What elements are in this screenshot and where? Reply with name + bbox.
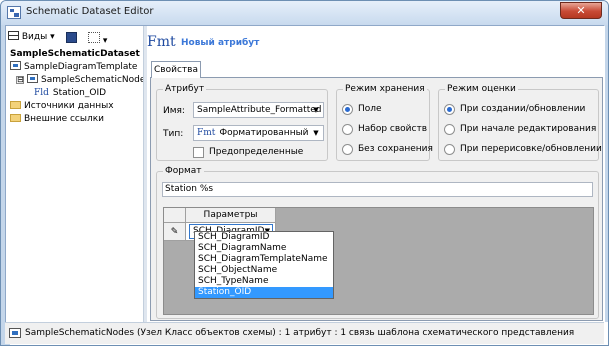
views-icon — [8, 31, 19, 40]
tree-root[interactable]: SampleSchematicDataset — [10, 48, 140, 60]
schematic-dataset-editor-window: Schematic Dataset Editor ✕ Виды ▾ ▾ Samp… — [0, 0, 609, 346]
toolbar: Виды ▾ ▾ — [8, 29, 142, 47]
grid-corner — [164, 208, 186, 223]
storage-option-label: Без сохранения — [358, 144, 433, 154]
dropdown-option[interactable]: SCH_DiagramName — [195, 243, 333, 254]
folder-icon — [10, 114, 21, 122]
storage-option-label: Поле — [358, 104, 382, 114]
name-value: SampleAttribute_Formatted — [197, 105, 322, 115]
eval-option-label: При начале редактирования — [460, 124, 597, 134]
evaluation-mode-group: Режим оценки При создании/обновлении При… — [438, 84, 602, 161]
eval-on-edit-radio[interactable] — [444, 124, 455, 135]
tree-item-label: Station_OID — [52, 88, 107, 98]
attribute-group-legend: Атрибут — [163, 84, 207, 94]
storage-field-radio[interactable] — [342, 104, 353, 115]
storage-mode-legend: Режим хранения — [343, 84, 427, 94]
parameter-dropdown-list: SCH_DiagramID SCH_DiagramName SCH_Diagra… — [194, 231, 334, 299]
dropdown-option[interactable]: SCH_ObjectName — [195, 265, 333, 276]
attribute-group: Атрибут Имя: SampleAttribute_Formatted ▼… — [156, 84, 328, 161]
attribute-title: Новый атрибут — [181, 38, 260, 48]
predefined-checkbox[interactable] — [193, 147, 204, 158]
name-label: Имя: — [163, 106, 185, 116]
left-pane: Виды ▾ ▾ SampleSchematicDataset SampleDi… — [6, 26, 150, 322]
window-title: Schematic Dataset Editor — [26, 6, 154, 17]
tree-item-diagram-template[interactable]: SampleDiagramTemplate — [10, 61, 137, 73]
close-button[interactable]: ✕ — [560, 2, 602, 19]
tree-item-label: SampleDiagramTemplate — [24, 62, 138, 72]
layout-button[interactable]: ▾ — [88, 29, 112, 46]
predefined-label: Предопределенные — [209, 147, 304, 157]
chevron-down-icon: ▾ — [50, 32, 55, 42]
node-class-icon — [9, 328, 21, 338]
eval-on-redraw-radio[interactable] — [444, 144, 455, 155]
floppy-disk-icon — [66, 32, 77, 43]
views-label: Виды — [21, 32, 48, 42]
eval-option-label: При создании/обновлении — [460, 104, 586, 114]
field-icon: Fld — [34, 88, 49, 98]
close-icon: ✕ — [576, 4, 586, 17]
dropdown-option-selected[interactable]: Station_OID — [195, 287, 333, 298]
storage-option-label: Набор свойств — [358, 124, 428, 134]
dropdown-option[interactable]: SCH_DiagramID — [195, 232, 333, 243]
dropdown-option[interactable]: SCH_TypeName — [195, 276, 333, 287]
tree-item-station-oid[interactable]: Fld Station_OID — [34, 87, 106, 99]
title-bar: Schematic Dataset Editor ✕ — [1, 1, 608, 25]
tree-item-label: Источники данных — [24, 101, 114, 111]
evaluation-mode-legend: Режим оценки — [445, 84, 518, 94]
storage-mode-group: Режим хранения Поле Набор свойств Без со… — [336, 84, 433, 161]
type-label: Тип: — [163, 129, 184, 139]
chevron-down-icon: ▼ — [313, 129, 319, 137]
format-legend: Формат — [163, 166, 204, 176]
eval-option-label: При перерисовке/обновлении — [460, 144, 602, 154]
collapse-icon[interactable]: ⊟ — [16, 76, 24, 84]
name-combo[interactable]: SampleAttribute_Formatted ▼ — [193, 102, 324, 118]
chevron-down-icon: ▾ — [102, 36, 108, 46]
folder-icon — [10, 101, 21, 109]
tree-item-data-sources[interactable]: Источники данных — [10, 100, 114, 112]
views-button[interactable]: Виды ▾ — [8, 29, 58, 46]
formatted-type-icon: Fmt — [147, 34, 176, 50]
tree-item-label: Внешние ссылки — [24, 114, 105, 124]
storage-none-radio[interactable] — [342, 144, 353, 155]
layout-icon — [88, 32, 100, 43]
diagram-template-icon — [10, 61, 21, 70]
status-text: SampleSchematicNodes (Узел Класс объекто… — [25, 328, 575, 338]
type-combo[interactable]: Fmt Форматированный ▼ — [193, 125, 324, 141]
row-edit-marker-icon[interactable]: ✎ — [164, 223, 186, 241]
dropdown-option[interactable]: SCH_DiagramTemplateName — [195, 254, 333, 265]
format-string-input[interactable]: Station %s — [162, 182, 593, 197]
save-button[interactable] — [66, 29, 80, 46]
parameters-column-header[interactable]: Параметры — [186, 208, 276, 223]
tree-item-schematic-nodes[interactable]: ⊟ SampleSchematicNodes — [16, 74, 150, 86]
tab-properties[interactable]: Свойства — [151, 61, 201, 78]
formatted-type-icon: Fmt — [197, 128, 216, 138]
app-icon — [7, 6, 21, 19]
tree-item-label: SampleSchematicNodes — [41, 75, 151, 85]
storage-propertyset-radio[interactable] — [342, 124, 353, 135]
eval-on-create-radio[interactable] — [444, 104, 455, 115]
format-string-value: Station %s — [165, 184, 214, 194]
node-class-icon — [27, 74, 38, 83]
tree-item-external-links[interactable]: Внешние ссылки — [10, 113, 104, 125]
status-bar: SampleSchematicNodes (Узел Класс объекто… — [5, 322, 604, 344]
type-value: Форматированный — [219, 128, 309, 138]
chevron-down-icon: ▼ — [313, 106, 319, 114]
